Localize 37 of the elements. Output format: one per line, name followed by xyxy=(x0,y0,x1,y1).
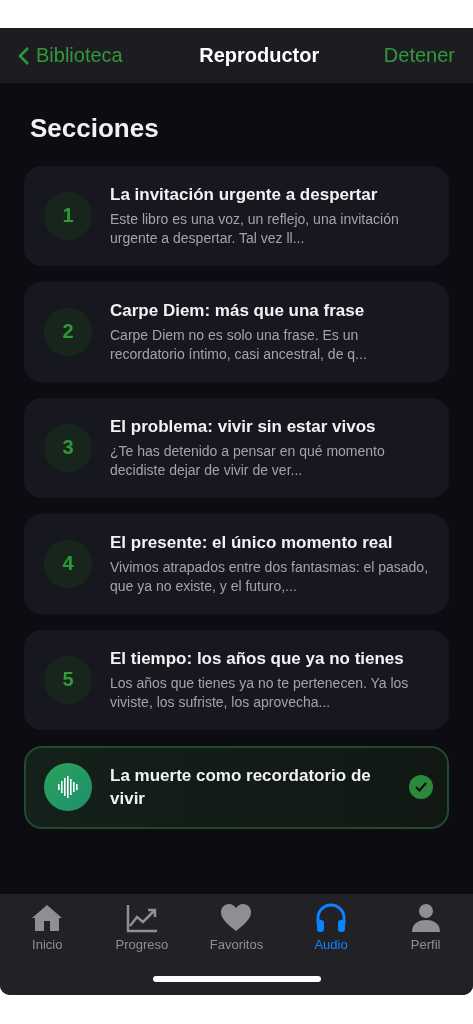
section-summary: Carpe Diem no es solo una frase. Es un recordatorio íntimo, casi ancestral, de q... xyxy=(110,326,368,364)
tab[interactable]: Perfil xyxy=(385,902,466,952)
section-card[interactable]: 1 La invitación urgente a despertar Este libro es una voz, un reflejo, una invitación urgente a despertar. Tal vez ll... xyxy=(24,166,449,266)
section-card[interactable]: La muerte como recordatorio de vivir xyxy=(24,746,449,829)
section-title: El problema: vivir sin estar vivos xyxy=(110,416,377,438)
section-card[interactable]: 2 Carpe Diem: más que una frase Carpe Diem no es solo una frase. Es un recordatorio íntimo, casi ancestral, de q... xyxy=(24,282,449,382)
section-title: El presente: el único momento real xyxy=(110,532,394,554)
section-card[interactable]: 3 El problema: vivir sin estar vivos ¿Te has detenido a pensar en qué momento decidiste dejar de vivir de ver... xyxy=(24,398,449,498)
section-number: 1 xyxy=(44,191,92,240)
section-card[interactable]: 4 El presente: el único momento real Vivimos atrapados entre dos fantasmas: el pasado, que ya no existe, y el futuro,... xyxy=(24,514,449,614)
stop-link[interactable]: Detener xyxy=(383,44,455,67)
heart-icon xyxy=(219,902,254,934)
back-label: Biblioteca xyxy=(36,44,123,67)
chart-icon xyxy=(124,902,159,934)
section-summary: Este libro es una voz, un reflejo, una invitación urgente a despertar. Tal vez ll... xyxy=(110,210,400,248)
section-summary: ¿Te has detenido a pensar en qué momento decidiste dejar de vivir de ver... xyxy=(110,442,386,480)
section-number: 3 xyxy=(44,423,92,472)
tab[interactable]: Audio xyxy=(291,902,372,952)
tab[interactable]: Favoritos xyxy=(196,902,277,952)
section-title: El tiempo: los años que ya no tienes xyxy=(110,648,405,670)
section-number: 2 xyxy=(44,307,92,356)
section-number: 5 xyxy=(44,655,92,704)
waveform-icon xyxy=(44,763,92,811)
tab[interactable]: Progreso xyxy=(101,902,182,952)
section-number: 4 xyxy=(44,539,92,588)
tab[interactable]: Inicio xyxy=(7,902,88,952)
section-card[interactable]: 5 El tiempo: los años que ya no tienes Los años que tienes ya no te pertenecen. Ya los viviste, los sufriste, los aprovecha... xyxy=(24,630,449,730)
section-title: La muerte como recordatorio de vivir xyxy=(110,765,372,810)
section-heading: Secciones xyxy=(30,113,160,144)
section-summary: Los años que tienes ya no te pertenecen. Ya los viviste, los sufriste, los aprovecha... xyxy=(110,674,410,712)
section-title: La invitación urgente a despertar xyxy=(110,184,379,206)
chevron-left-icon xyxy=(18,45,30,66)
nav-title: Reproductor xyxy=(199,44,320,67)
headphones-icon xyxy=(314,902,349,934)
back-link[interactable]: Biblioteca xyxy=(18,44,123,67)
section-title: Carpe Diem: más que una frase xyxy=(110,300,366,322)
section-summary: Vivimos atrapados entre dos fantasmas: el pasado, que ya no existe, y el futuro,... xyxy=(110,558,430,596)
